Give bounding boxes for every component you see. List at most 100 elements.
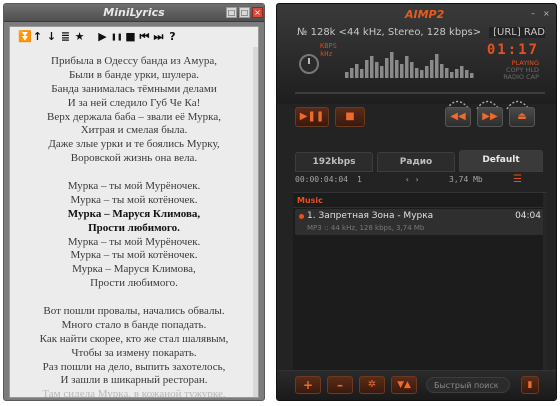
- star-icon[interactable]: ★: [74, 30, 85, 44]
- lyrics-file-icon[interactable]: ≣: [60, 30, 71, 44]
- lyrics-line: Прости любимого.: [90, 277, 178, 290]
- arrow-down-icon[interactable]: ↓: [46, 30, 57, 44]
- spectrum-bar: [435, 54, 439, 78]
- lyrics-line: Были в банде урки, шулера.: [68, 68, 200, 81]
- playlist-scrollbar[interactable]: [543, 193, 547, 372]
- time-display[interactable]: 01:17: [487, 42, 539, 58]
- spectrum-bar: [450, 72, 454, 78]
- playlist: Music 1. Запретная Зона - Мурка 04:04 MP…: [293, 192, 547, 372]
- quick-search-input[interactable]: [426, 377, 510, 393]
- lyrics-line: [10, 291, 258, 305]
- stop-button[interactable]: ■: [335, 107, 365, 127]
- playlist-toolbar: + – ✲ ▼▲ ▮: [277, 370, 556, 400]
- help-icon[interactable]: ?: [167, 30, 178, 44]
- playing-indicator-icon: [299, 214, 304, 219]
- spectrum-bar: [470, 73, 474, 78]
- aimp-window: AIMP2 – × № 128k <44 kHz, Stereo, 128 kb…: [276, 3, 557, 401]
- remove-button[interactable]: –: [327, 376, 353, 394]
- volume-knob[interactable]: [299, 54, 319, 74]
- pause-icon[interactable]: ❚❚: [111, 30, 123, 44]
- url-label: [URL] RAD: [489, 27, 545, 38]
- lyrics-line: Вот пошли провалы, начались обвалы.: [43, 305, 225, 318]
- lyrics-line: Прибыла в Одессу банда из Амура,: [51, 55, 217, 67]
- table-row[interactable]: 1. Запретная Зона - Мурка 04:04 MP3 :: 4…: [295, 209, 545, 235]
- aimp-close-button[interactable]: ×: [543, 10, 551, 18]
- spectrum-analyzer: [345, 52, 474, 78]
- lyrics-line: Много стало в банде попадать.: [61, 318, 207, 331]
- play-pause-button[interactable]: ▶❚❚: [295, 107, 329, 127]
- spectrum-bar: [445, 68, 449, 78]
- arrow-up-icon[interactable]: ↑: [32, 30, 43, 44]
- tab-radio[interactable]: Радио: [377, 152, 455, 172]
- search-options-button[interactable]: ▮: [521, 376, 539, 394]
- stream-info-prefix: №: [297, 27, 308, 38]
- playlist-size: 3,74 Mb: [449, 175, 483, 184]
- spectrum-bar: [420, 70, 424, 78]
- spectrum-bar: [455, 69, 459, 78]
- spectrum-bar: [460, 66, 464, 78]
- playlist-info: 00:00:04:04 1 ‹ › 3,74 Mb ☰: [295, 172, 543, 188]
- tab-default[interactable]: Default: [459, 150, 543, 172]
- playlist-group-title[interactable]: Music: [297, 196, 323, 205]
- spectrum-bar: [465, 70, 469, 78]
- seek-track: [295, 92, 545, 94]
- spectrum-bar: [375, 62, 379, 78]
- minilyrics-title: MiniLyrics: [103, 6, 165, 19]
- spectrum-bar: [400, 64, 404, 78]
- playlist-nav-arrows[interactable]: ‹ ›: [405, 172, 419, 188]
- spectrum-bar: [415, 68, 419, 78]
- lyrics-scrollbar[interactable]: [253, 47, 258, 397]
- spectrum-bar: [365, 60, 369, 78]
- khz-text: kHz: [320, 50, 333, 58]
- minimize-button[interactable]: □: [226, 7, 237, 18]
- next-icon[interactable]: ⏭: [153, 30, 164, 44]
- spectrum-bar: [360, 69, 364, 78]
- tab-192kbps[interactable]: 192kbps: [295, 152, 373, 172]
- lyrics-line: [10, 166, 258, 180]
- toolbar-separator: [88, 30, 94, 44]
- lyrics-line: Мурка – Маруся Климова,: [72, 263, 196, 276]
- kbps-label: KBPS kHz: [320, 42, 337, 58]
- lyrics-line: Даже злые урки и те боялись Мурку,: [48, 138, 220, 151]
- lyrics-line: Там сидела Мурка, в кожаной тужурке,: [42, 388, 226, 398]
- eject-button[interactable]: ⏏: [509, 107, 535, 127]
- add-button[interactable]: +: [295, 376, 321, 394]
- spectrum-bar: [390, 52, 394, 78]
- lyrics-line: И за ней следило Губ Че Ка!: [67, 96, 201, 109]
- minilyrics-titlebar[interactable]: MiniLyrics □ □ ×: [4, 4, 264, 22]
- play-icon[interactable]: ▶: [97, 30, 108, 44]
- lyrics-line: Мурка – Маруся Климова,: [67, 207, 201, 220]
- close-button[interactable]: ×: [252, 7, 263, 18]
- previous-track-button[interactable]: ◀◀: [445, 107, 471, 127]
- maximize-button[interactable]: □: [239, 7, 250, 18]
- spectrum-bar: [440, 64, 444, 78]
- previous-icon[interactable]: ⏮: [139, 30, 150, 44]
- aimp-minimize-button[interactable]: –: [531, 10, 539, 18]
- lyrics-text: Прибыла в Одессу банда из Амура, Были в б…: [10, 55, 258, 398]
- lyrics-line: Хитрая и смелая была.: [80, 124, 188, 137]
- aimp-logo: AIMP2: [405, 8, 445, 21]
- lyrics-line: Мурка – ты мой Мурёночек.: [67, 235, 201, 248]
- track-meta: MP3 :: 44 kHz, 128 kbps, 3,74 Mb: [307, 224, 425, 232]
- spectrum-bar: [395, 60, 399, 78]
- spectrum-bar: [410, 62, 414, 78]
- spectrum-bar: [385, 58, 389, 78]
- lyrics-line: И зашли в шикарный ресторан.: [60, 374, 208, 387]
- misc-button[interactable]: ▼▲: [391, 376, 417, 394]
- lyrics-line: Воровской жизнь она вела.: [70, 152, 198, 165]
- spectrum-bar: [350, 68, 354, 78]
- playlist-count: 1: [357, 175, 362, 184]
- lyrics-line: Как найти скорее, кто же стал шалявым,: [39, 332, 229, 345]
- playlist-menu-icon[interactable]: ☰: [513, 172, 522, 188]
- stream-info: № 128k <44 kHz, Stereo, 128 kbps> [URL] …: [297, 27, 545, 40]
- sort-button[interactable]: ✲: [359, 376, 385, 394]
- double-down-icon[interactable]: ⏬: [18, 30, 32, 44]
- stop-icon[interactable]: ■: [125, 30, 136, 44]
- lyrics-line: Чтобы за измену покарать.: [71, 346, 197, 359]
- next-track-button[interactable]: ▶▶: [477, 107, 503, 127]
- spectrum-bar: [345, 72, 349, 78]
- spectrum-bar: [370, 56, 374, 78]
- spectrum-bar: [355, 64, 359, 78]
- playlist-duration: 00:00:04:04: [295, 175, 348, 184]
- lyrics-line: Верх держала баба – звали её Мурка,: [47, 110, 221, 123]
